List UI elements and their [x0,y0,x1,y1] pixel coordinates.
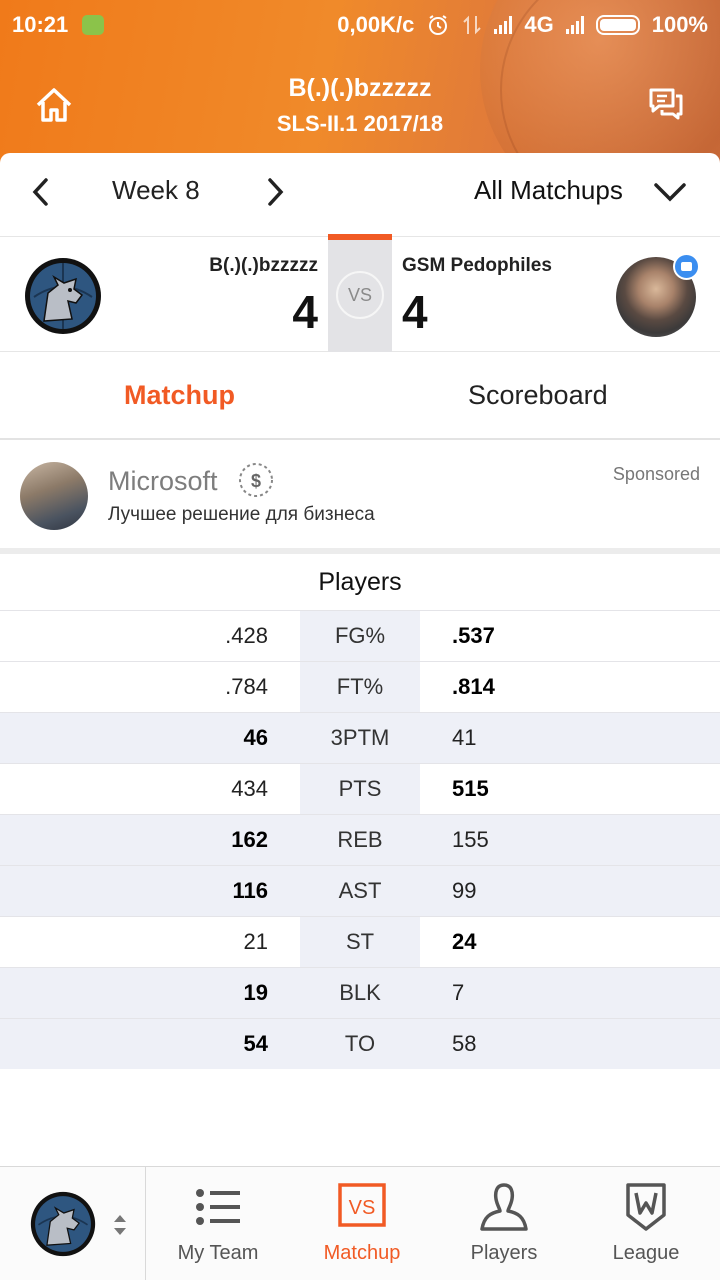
android-notification-icon [82,15,105,35]
matchup-filter-dropdown[interactable]: All Matchups [474,175,623,206]
stat-category: PTS [300,764,420,814]
data-transfer-icon [463,15,482,35]
stat-left-value: 54 [0,1019,300,1069]
status-bar: 10:21 0,00K/c 4G 100% [0,0,720,50]
svg-text:VS: VS [349,1197,376,1219]
app-screen: 10:21 0,00K/c 4G 100% B(.)(.)bzzzzz SLS-… [0,0,720,1280]
stat-right-value: .537 [452,623,495,648]
stat-left-value: 162 [0,815,300,865]
list-icon [196,1189,240,1225]
sponsored-ad[interactable]: Microsoft $ Лучшее решение для бизнеса S… [0,442,720,550]
category-stats-table: .428 FG% .537 .784 FT% .814 46 3PTM 41 434 PTS 515 1… [0,610,720,1069]
stat-left-value: 434 [231,776,268,801]
previous-week-chevron-icon[interactable] [28,175,54,209]
team-a-wolf-logo-icon [25,258,101,334]
bottom-navigation: My Team VS Matchup Players League [0,1166,720,1280]
sponsored-label: Sponsored [612,464,700,484]
nav-players-label: Players [470,1242,538,1264]
section-divider [0,548,720,554]
stat-category: FG% [300,611,420,661]
alarm-icon [429,15,448,35]
league-shield-icon [626,1183,666,1231]
stat-right-value: .814 [452,674,495,699]
stat-row: .428 FG% .537 [0,610,720,661]
ad-description: Лучшее решение для бизнеса [108,504,375,525]
week-label: Week 8 [112,175,200,205]
tab-scoreboard[interactable]: Scoreboard [468,380,608,411]
league-season-subtitle: SLS-II.1 2017/18 [276,111,444,136]
stat-category: 3PTM [300,713,420,763]
stat-right-value: 99 [420,866,720,916]
league-team-title: B(.)(.)bzzzzz [288,74,432,102]
nav-my-team[interactable]: My Team [146,1167,290,1280]
nav-league[interactable]: League [574,1167,718,1280]
stat-left-value: 21 [243,929,268,954]
stat-row: 21 ST 24 [0,916,720,967]
stat-category: TO [300,1019,420,1069]
signal-strength-icon [494,16,513,34]
stat-row: 46 3PTM 41 [0,712,720,763]
ad-image [20,462,88,530]
team-switcher[interactable] [0,1167,146,1280]
team-a-score: 4 [292,286,318,338]
stat-category: REB [300,815,420,865]
signal-strength-2-icon [565,16,584,34]
stat-row: 162 REB 155 [0,814,720,865]
team-a-name: B(.)(.)bzzzzz [209,255,318,276]
stat-left-value: 116 [0,866,300,916]
team-b-score: 4 [402,286,428,338]
stat-category: FT% [300,662,420,712]
stat-right-value: 7 [420,968,720,1018]
next-week-chevron-icon[interactable] [262,175,288,209]
stat-right-value: 24 [452,929,477,954]
stat-right-value: 515 [452,776,489,801]
status-speed: 0,00K/c [337,12,415,37]
stat-category: BLK [300,968,420,1018]
vs-icon: VS [338,1183,386,1227]
ad-title: Microsoft [108,466,218,496]
nav-matchup-label: Matchup [323,1242,401,1264]
chevron-down-icon[interactable] [652,177,688,207]
matchup-score-row[interactable]: B(.)(.)bzzzzz 4 VS GSM Pedophiles 4 [0,234,720,352]
tab-matchup[interactable]: Matchup [124,380,235,411]
stat-category: AST [300,866,420,916]
stat-left-value: 46 [0,713,300,763]
matchup-tabs: Matchup Scoreboard [0,352,720,440]
stat-right-value: 58 [420,1019,720,1069]
stat-row: 434 PTS 515 [0,763,720,814]
nav-league-label: League [612,1242,680,1264]
stat-left-value: .428 [225,623,268,648]
sort-up-down-icon [114,1215,126,1235]
dollar-sponsor-icon: $ [239,463,273,497]
nav-players[interactable]: Players [432,1167,576,1280]
svg-text:$: $ [251,471,261,491]
battery-icon [595,15,640,35]
stat-left-value: 19 [0,968,300,1018]
status-time: 10:21 [12,12,69,37]
stats-heading: Players [318,568,402,596]
network-type: 4G [524,12,554,37]
battery-level: 100% [651,12,708,37]
stat-left-value: .784 [225,674,268,699]
app-header: 10:21 0,00K/c 4G 100% B(.)(.)bzzzzz SLS-… [0,0,720,170]
stat-right-value: 155 [420,815,720,865]
chat-icon[interactable] [648,86,684,122]
vs-divider: VS [328,234,392,352]
vs-accent-bar [328,234,392,240]
stat-category: ST [300,917,420,967]
week-selector-bar: Week 8 All Matchups [0,153,720,231]
status-right: 0,00K/c 4G 100% [337,12,708,38]
nav-my-team-label: My Team [177,1242,259,1264]
stat-row: 54 TO 58 [0,1018,720,1069]
chat-badge-icon [673,253,700,280]
stat-row: 116 AST 99 [0,865,720,916]
team-b-name: GSM Pedophiles [402,255,552,276]
vs-badge: VS [336,271,384,319]
nav-matchup[interactable]: VS Matchup [290,1167,434,1280]
stat-right-value: 41 [420,713,720,763]
stat-row: 19 BLK 7 [0,967,720,1018]
person-icon [480,1183,528,1231]
stat-row: .784 FT% .814 [0,661,720,712]
team-wolf-logo-icon [30,1191,96,1257]
